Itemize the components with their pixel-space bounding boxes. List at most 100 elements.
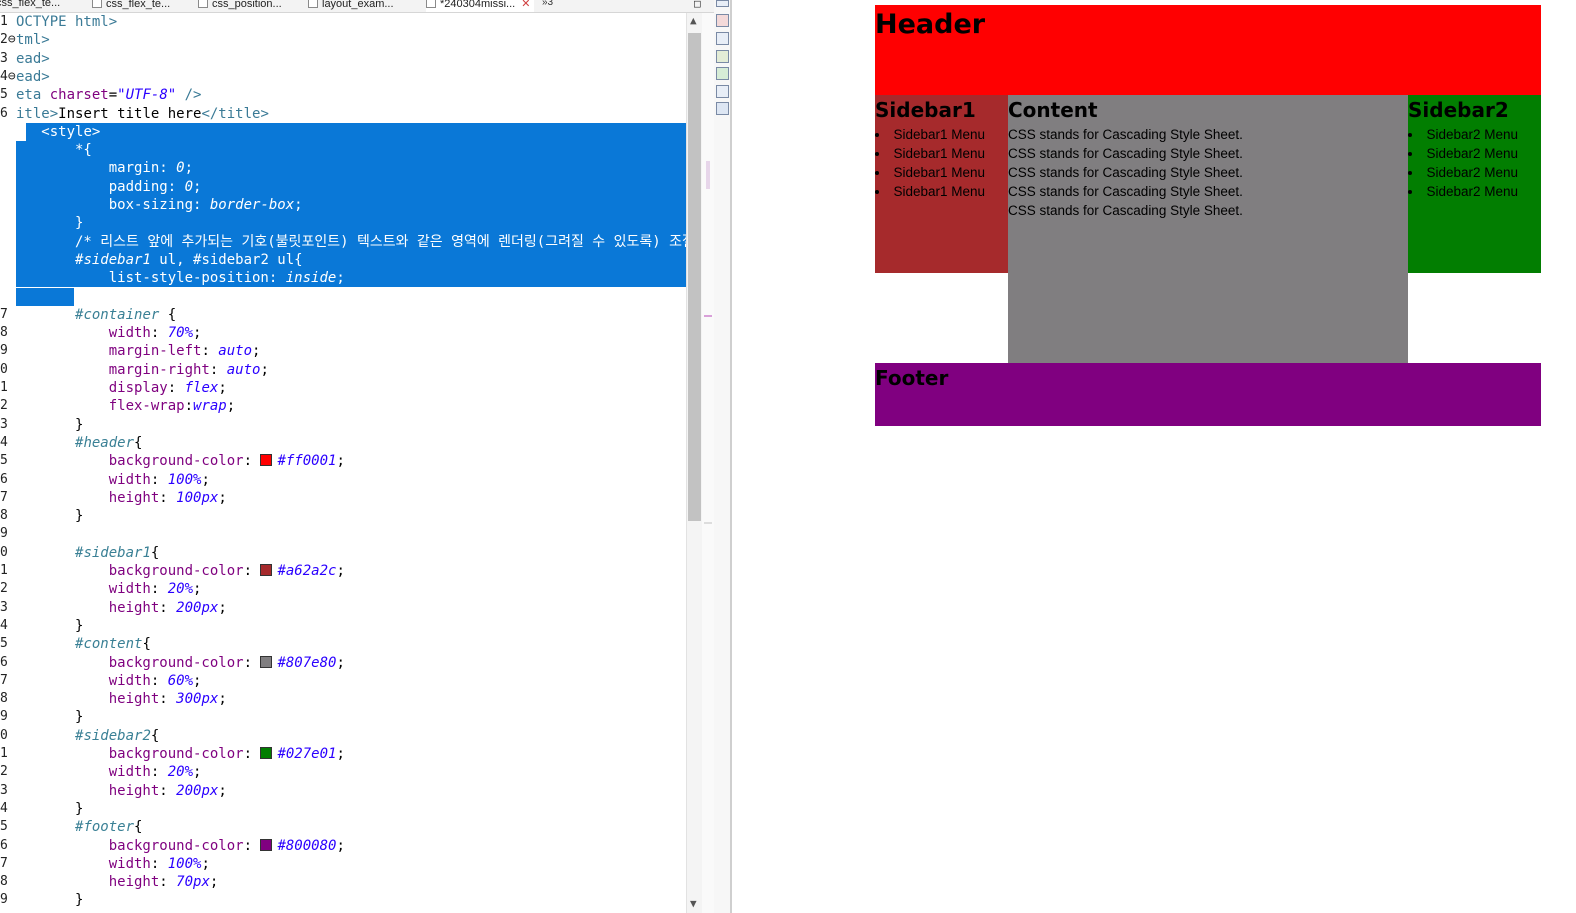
code-text: width: 20%; [108,764,202,781]
code-line[interactable]: 2⊖ tml> [0,31,686,49]
code-line[interactable]: 3 /* 리스트 앞에 추가되는 기호(불릿포인트) 텍스트와 같은 영역에 렌… [0,232,686,251]
sidebar2-menu-item: Sidebar2 Menu [1408,125,1541,144]
maximize-icon[interactable]: □ [694,0,701,10]
scrollbar-thumb[interactable] [688,33,701,521]
code-line[interactable]: 2 flex-wrap:wrap; [0,397,686,415]
code-line[interactable]: 5 eta charset="UTF-8" /> [0,86,686,104]
code-line[interactable]: 9 margin-left: auto; [0,342,686,360]
browser-preview: Header Sidebar1 Sidebar1 Menu Sidebar1 M… [732,0,1576,913]
html-file-icon [92,0,102,8]
code-line[interactable]: 2 } [0,214,686,233]
ruler-marker[interactable] [706,161,710,189]
code-line[interactable]: 7 width: 100%; [0,855,686,873]
code-line[interactable]: 6 itle>Insert title here</title> [0,105,686,123]
code-text: } [16,892,84,909]
editor-scrollbar[interactable]: ▲ ▼ [686,13,703,913]
ruler-marker[interactable] [704,522,712,524]
preview-sidebar2: Sidebar2 Sidebar2 Menu Sidebar2 Menu Sid… [1408,95,1541,273]
content-text-line: CSS stands for Cascading Style Sheet. [1008,146,1243,161]
code-line[interactable]: 6 } [0,287,686,306]
line-number: 0 [0,544,8,560]
code-text: margin: 0; [108,160,194,177]
code-line[interactable]: 4 #header{ [0,434,686,452]
code-line[interactable]: 1 background-color: #a62a2c; [0,562,686,580]
tab-overflow-button[interactable]: »3 [542,0,553,8]
tab-label: *240304missi... [440,0,516,10]
tab-layout-example[interactable]: layout_exam... [308,0,394,12]
tab-label: layout_exam... [322,0,394,10]
code-line[interactable]: 8 } [0,507,686,525]
snippets-icon[interactable] [716,85,729,98]
code-line[interactable]: 5 background-color: #ff0001; [0,452,686,470]
close-icon[interactable]: ✕ [521,0,530,10]
code-line[interactable]: 4 #sidebar1 ul, #sidebar2 ul{ [0,250,686,270]
code-line[interactable]: 7 height: 100px; [0,489,686,507]
code-line[interactable]: 0 #sidebar2{ [0,727,686,745]
code-line[interactable]: 1 display: flex; [0,379,686,397]
tab-css-flex-test-2[interactable]: css_flex_te... [92,0,170,12]
code-line[interactable]: 4 } [0,800,686,818]
code-line[interactable]: 9 } [0,891,686,909]
line-number: 5 [0,453,8,469]
code-line[interactable]: 9 } [0,708,686,726]
code-line[interactable]: 8 *{ [0,141,686,160]
code-line[interactable]: 3 ead> [0,50,686,68]
code-line[interactable]: 6 width: 100%; [0,471,686,489]
code-line[interactable]: 3 } [0,416,686,434]
code-line[interactable]: 5 #content{ [0,635,686,653]
code-line[interactable]: 0 #sidebar1{ [0,544,686,562]
data-source-icon[interactable] [716,67,729,80]
code-line[interactable]: 6 background-color: #807e80; [0,654,686,672]
line-number: 1 [0,563,8,578]
header-heading: Header [875,9,986,40]
code-line[interactable]: 7 width: 60%; [0,672,686,690]
code-line[interactable]: 4⊖ ead> [0,68,686,86]
code-line[interactable]: 2 width: 20%; [0,763,686,781]
code-line[interactable]: 3 height: 200px; [0,599,686,617]
code-line[interactable]: 9 [0,525,686,543]
code-line[interactable]: 1 box-sizing: border-box; [0,196,686,215]
code-line[interactable]: 0 margin-right: auto; [0,361,686,379]
code-line[interactable]: 7⊖ <style> [0,122,686,142]
line-number: 6 [0,654,8,670]
servers-icon[interactable] [716,50,729,63]
code-line[interactable]: 8 height: 70px; [0,873,686,891]
ruler-marker[interactable] [704,315,712,317]
code-line[interactable]: 1 OCTYPE html> [0,13,686,31]
tab-css-position[interactable]: css_position... [198,0,282,12]
code-line[interactable]: 3 height: 200px; [0,782,686,800]
scroll-up-icon[interactable]: ▲ [690,14,697,27]
tab-240304mission[interactable]: *240304missi... ✕ [426,0,535,12]
overview-ruler[interactable] [702,13,714,913]
restore-icon[interactable] [716,0,729,7]
code-text: list-style-position: inside; [108,270,345,287]
console-icon[interactable] [716,102,729,115]
outline-icon[interactable] [716,14,729,27]
code-text: width: 20%; [108,581,202,598]
code-line[interactable]: 6 background-color: #800080; [0,837,686,855]
code-line[interactable]: 5 #footer{ [0,818,686,836]
line-number: 6 [0,105,8,121]
code-text: height: 200px; [108,782,227,799]
code-line[interactable]: 8 width: 70%; [0,324,686,342]
tab-css-flex-test-1[interactable]: css_flex_te... [0,0,60,12]
content-text-line: CSS stands for Cascading Style Sheet. [1008,127,1243,142]
code-line[interactable]: 1 background-color: #027e01; [0,745,686,763]
selection-highlight [26,122,686,142]
code-line[interactable]: 9 margin: 0; [0,159,686,178]
line-number: 7 [0,489,8,505]
line-number: 9 [0,709,8,725]
code-editor[interactable]: 1 OCTYPE html> 2⊖ tml> 3 ead> 4⊖ ead> 5 eta chars… [0,13,686,913]
code-text: box-sizing: border-box; [108,197,303,213]
code-line[interactable]: 0 padding: 0; [0,177,686,196]
code-line[interactable]: 8 height: 300px; [0,690,686,708]
sidebar2-menu-item: Sidebar2 Menu [1408,144,1541,163]
line-number: 1 [0,197,8,212]
code-line[interactable]: 4 } [0,617,686,635]
code-line[interactable]: 7 #container { [0,306,686,324]
scroll-down-icon[interactable]: ▼ [690,897,697,910]
code-line[interactable]: 5 list-style-position: inside; [0,269,686,288]
code-line[interactable]: 2 width: 20%; [0,580,686,598]
properties-icon[interactable] [716,32,729,45]
color-swatch-icon [260,838,273,851]
